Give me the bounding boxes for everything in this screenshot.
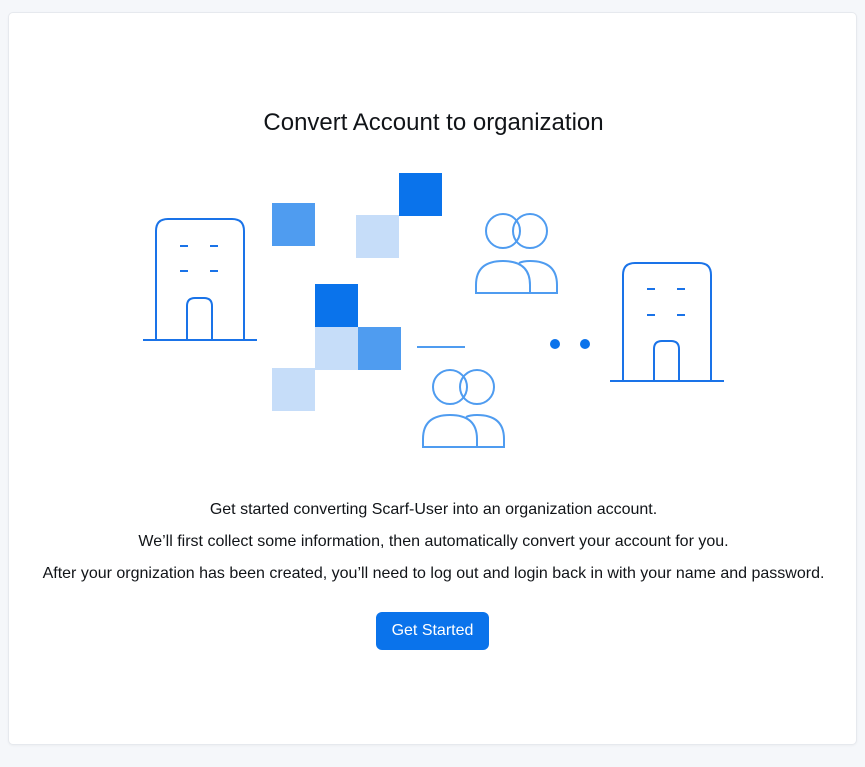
convert-account-card: Convert Account to organization Get star… bbox=[8, 12, 857, 745]
convert-illustration bbox=[143, 173, 724, 448]
dots-icon bbox=[550, 339, 590, 349]
description-line-3: After your orgnization has been created,… bbox=[42, 565, 825, 582]
page-title: Convert Account to organization bbox=[263, 109, 604, 136]
description: Get started converting Scarf-User into a… bbox=[9, 494, 858, 590]
get-started-button[interactable]: Get Started bbox=[376, 612, 489, 650]
users-icon-bottom bbox=[422, 369, 505, 448]
blocks-icon bbox=[272, 173, 442, 411]
users-icon-top bbox=[475, 213, 558, 294]
description-line-2: We’ll first collect some information, th… bbox=[138, 533, 729, 550]
right-building-icon bbox=[610, 262, 724, 382]
left-building-icon bbox=[143, 218, 257, 341]
description-line-1: Get started converting Scarf-User into a… bbox=[209, 501, 658, 518]
